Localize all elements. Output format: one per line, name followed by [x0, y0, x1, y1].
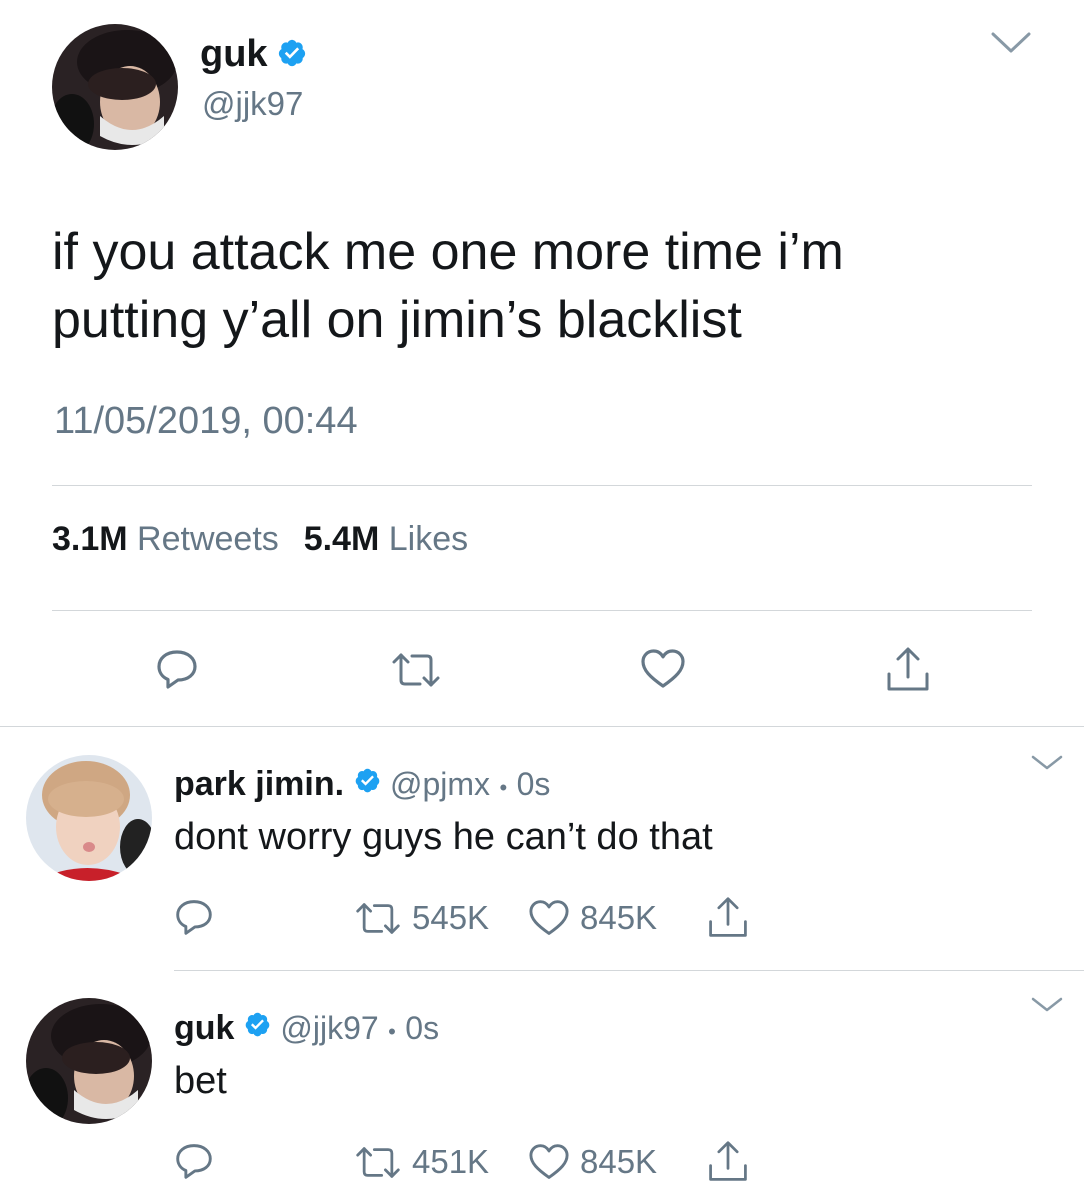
separator: • — [499, 775, 508, 800]
retweet-icon[interactable] — [390, 650, 442, 690]
retweet-count[interactable]: 545K — [412, 898, 489, 938]
separator: • — [388, 1019, 396, 1044]
reply-icon[interactable] — [155, 648, 199, 690]
retweet-count[interactable]: 451K — [412, 1142, 489, 1182]
display-name[interactable]: guk — [200, 32, 268, 76]
retweet-icon[interactable] — [354, 1144, 402, 1181]
share-icon[interactable] — [706, 894, 750, 940]
avatar[interactable] — [26, 755, 152, 881]
verified-badge-icon — [244, 1007, 271, 1047]
tweet-timestamp: 11/05/2019, 00:44 — [54, 400, 358, 442]
handle[interactable]: @jjk97 — [280, 1010, 378, 1046]
like-count[interactable]: 845K — [580, 1142, 657, 1182]
reply-time[interactable]: 0s — [405, 1010, 439, 1046]
chevron-down-icon[interactable] — [1030, 754, 1064, 772]
chevron-down-icon[interactable] — [990, 30, 1032, 56]
reply-text: dont worry guys he can’t do that — [174, 816, 713, 858]
reply-icon[interactable] — [174, 898, 214, 936]
reply-header: guk @jjk97 • 0s — [174, 1008, 439, 1052]
like-icon[interactable] — [528, 899, 570, 937]
tweet-stats: 3.1M Retweets 5.4M Likes — [52, 518, 468, 560]
like-icon[interactable] — [640, 648, 686, 690]
display-name[interactable]: park jimin. — [174, 765, 344, 803]
tweet-text-line-1: if you attack me one more time i’m — [52, 223, 844, 281]
like-icon[interactable] — [528, 1143, 570, 1181]
section-divider — [174, 970, 1084, 971]
reply-time[interactable]: 0s — [517, 766, 551, 802]
retweet-count[interactable]: 3.1M — [52, 520, 128, 558]
retweets-label[interactable]: Retweets — [137, 520, 279, 558]
chevron-down-icon[interactable] — [1030, 996, 1064, 1014]
share-icon[interactable] — [884, 644, 932, 694]
share-icon[interactable] — [706, 1138, 750, 1184]
avatar[interactable] — [26, 998, 152, 1124]
handle[interactable]: @jjk97 — [202, 84, 303, 124]
verified-badge-icon — [354, 763, 381, 803]
retweet-icon[interactable] — [354, 900, 402, 937]
verified-badge-icon — [277, 38, 307, 73]
tweet-text-line-2: putting y’all on jimin’s blacklist — [52, 291, 742, 349]
likes-label[interactable]: Likes — [389, 520, 468, 558]
like-count[interactable]: 5.4M — [304, 520, 380, 558]
section-divider — [0, 726, 1084, 727]
reply-text: bet — [174, 1060, 227, 1102]
reply-icon[interactable] — [174, 1142, 214, 1180]
divider — [52, 485, 1032, 486]
reply-header: park jimin. @pjmx • 0s — [174, 764, 550, 808]
handle[interactable]: @pjmx — [390, 766, 490, 802]
divider — [52, 610, 1032, 611]
display-name[interactable]: guk — [174, 1009, 234, 1047]
like-count[interactable]: 845K — [580, 898, 657, 938]
avatar[interactable] — [52, 24, 178, 150]
